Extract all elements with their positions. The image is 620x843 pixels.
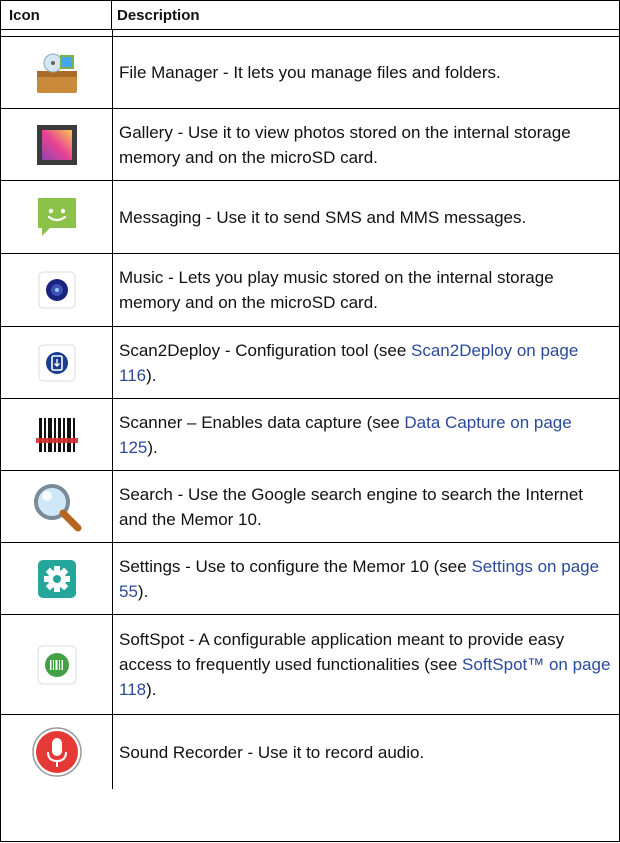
search-icon (1, 471, 113, 542)
table-row: File Manager - It lets you manage files … (1, 37, 619, 109)
messaging-icon (1, 181, 113, 253)
table-row: Scan2Deploy - Configuration tool (see Sc… (1, 327, 619, 399)
row-description: Settings - Use to configure the Memor 10… (119, 556, 600, 601)
table-row: Search - Use the Google search engine to… (1, 471, 619, 543)
table-row: Scanner – Enables data capture (see Data… (1, 399, 619, 471)
row-description: Messaging - Use it to send SMS and MMS m… (119, 207, 527, 227)
music-icon (1, 254, 113, 326)
scanner-icon (1, 399, 113, 470)
apps-table: Icon Description File Manager - It lets … (0, 0, 620, 842)
table-row: Messaging - Use it to send SMS and MMS m… (1, 181, 619, 254)
row-description: SoftSpot - A configurable application me… (119, 630, 611, 699)
table-row: Music - Lets you play music stored on th… (1, 254, 619, 327)
sound-recorder-icon (1, 715, 113, 789)
softspot-icon (1, 615, 113, 714)
table-row: Sound Recorder - Use it to record audio. (1, 715, 619, 789)
description-column-header: Description (117, 6, 200, 24)
row-description: Sound Recorder - Use it to record audio. (119, 742, 425, 762)
table-header: Icon Description (1, 0, 619, 30)
row-description: Scanner – Enables data capture (see Data… (119, 412, 572, 457)
table-row: Gallery - Use it to view photos stored o… (1, 109, 619, 181)
header-spacer (1, 30, 619, 37)
gallery-icon (1, 109, 113, 180)
table-row: Settings - Use to configure the Memor 10… (1, 543, 619, 615)
file-manager-icon (1, 37, 113, 108)
scan2deploy-icon (1, 327, 113, 398)
row-description: Gallery - Use it to view photos stored o… (119, 122, 571, 167)
row-description: Scan2Deploy - Configuration tool (see Sc… (119, 340, 579, 385)
row-description: Search - Use the Google search engine to… (119, 484, 583, 529)
table-row: SoftSpot - A configurable application me… (1, 615, 619, 715)
settings-icon (1, 543, 113, 614)
icon-column-header: Icon (1, 1, 112, 29)
row-description: File Manager - It lets you manage files … (119, 63, 501, 82)
row-description: Music - Lets you play music stored on th… (119, 268, 554, 312)
